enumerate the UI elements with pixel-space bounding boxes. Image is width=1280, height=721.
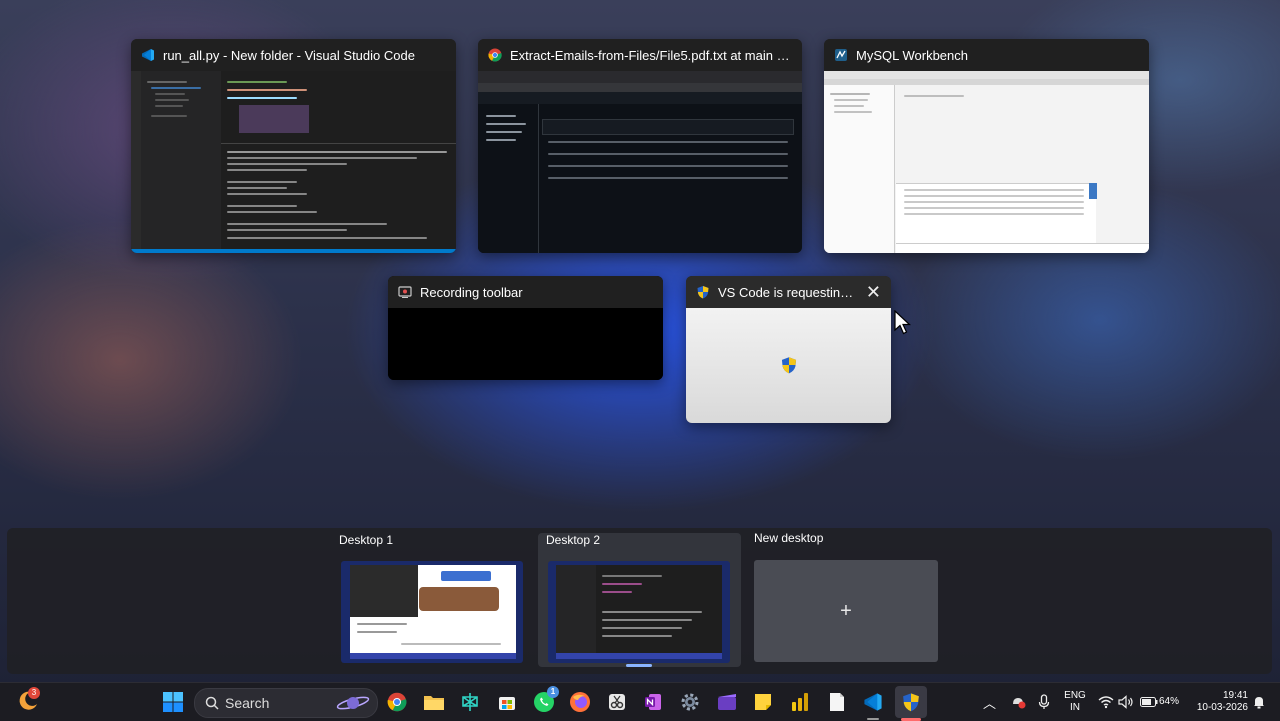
desktop-2[interactable]: Desktop 2: [538, 533, 741, 667]
recording-icon: [398, 286, 412, 298]
vscode-icon: [864, 693, 882, 711]
taskbar-clipchamp[interactable]: [716, 691, 738, 713]
gear-icon: [681, 693, 699, 711]
window-uac-prompt[interactable]: VS Code is requesting... ✕: [686, 276, 891, 423]
uac-shield-icon: [903, 693, 919, 712]
clock-date: 10-03-2026: [1196, 702, 1248, 713]
language-code: ENG: [1064, 690, 1086, 701]
tray-app-icon[interactable]: [1010, 694, 1026, 710]
taskbar-onenote[interactable]: [642, 691, 664, 713]
firefox-icon: [570, 692, 590, 712]
search-placeholder: Search: [225, 695, 270, 711]
search-icon: [205, 696, 219, 710]
mouse-cursor-icon: [894, 310, 912, 335]
new-desktop-label: New desktop: [754, 531, 824, 545]
taskbar-microsoft-store[interactable]: [496, 691, 518, 713]
weather-widget[interactable]: 3: [16, 687, 42, 715]
mysql-workbench-icon: [835, 49, 847, 61]
chrome-icon: [488, 48, 502, 62]
desktop-2-label: Desktop 2: [546, 533, 601, 547]
window-mysql-title: MySQL Workbench: [856, 47, 968, 63]
taskbar-settings[interactable]: [679, 691, 701, 713]
desktop-2-thumbnail[interactable]: [548, 561, 730, 663]
window-vscode-titlebar[interactable]: run_all.py - New folder - Visual Studio …: [131, 39, 456, 71]
close-icon[interactable]: ✕: [866, 283, 881, 301]
window-chrome-title: Extract-Emails-from-Files/File5.pdf.txt …: [510, 47, 792, 63]
taskbar-uac-active[interactable]: [895, 686, 927, 718]
chrome-icon: [387, 692, 407, 712]
taskbar-firefox[interactable]: [569, 691, 591, 713]
taskbar-file-explorer[interactable]: [423, 691, 445, 713]
taskbar-snipping-tool[interactable]: [606, 691, 628, 713]
taskbar-power-bi[interactable]: [789, 691, 811, 713]
new-desktop-button[interactable]: +: [754, 560, 938, 662]
taskbar-whatsapp[interactable]: 1: [533, 686, 559, 713]
notification-bell-icon[interactable]: [1253, 695, 1265, 709]
plus-icon: +: [840, 599, 852, 622]
desktop-1[interactable]: Desktop 1: [339, 533, 529, 667]
window-uac-title: VS Code is requesting...: [718, 284, 858, 300]
window-recording-preview: [388, 308, 663, 380]
folder-icon: [424, 696, 444, 710]
window-uac-titlebar[interactable]: VS Code is requesting... ✕: [686, 276, 891, 308]
window-chrome-titlebar[interactable]: Extract-Emails-from-Files/File5.pdf.txt …: [478, 39, 802, 71]
power-bi-icon: [792, 693, 808, 711]
taskbar-notepad[interactable]: [826, 691, 848, 713]
taskbar-search[interactable]: Search: [194, 688, 378, 718]
snipping-tool-icon: [609, 694, 625, 710]
window-mysql-preview: [824, 71, 1149, 253]
weather-badge: 3: [28, 687, 40, 699]
perplexity-icon: [462, 693, 478, 711]
window-recording-title: Recording toolbar: [420, 284, 523, 300]
vscode-icon: [142, 49, 154, 61]
taskbar-vscode[interactable]: [862, 691, 884, 713]
sticky-notes-icon: [755, 694, 771, 710]
window-vscode-preview: [131, 71, 456, 253]
wifi-icon[interactable]: [1098, 695, 1114, 709]
window-recording-toolbar[interactable]: Recording toolbar: [388, 276, 663, 380]
taskbar-perplexity[interactable]: [459, 691, 481, 713]
uac-shield-center-icon: [781, 357, 797, 374]
clock[interactable]: 19:41 10-03-2026: [1188, 690, 1248, 714]
volume-icon[interactable]: [1118, 695, 1134, 709]
battery-icon[interactable]: [1140, 697, 1158, 707]
tray-overflow-chevron-icon[interactable]: ︿: [983, 693, 996, 712]
window-vscode[interactable]: run_all.py - New folder - Visual Studio …: [131, 39, 456, 253]
window-uac-preview: [686, 308, 891, 423]
window-mysql-titlebar[interactable]: MySQL Workbench: [824, 39, 1149, 71]
window-chrome-preview: [478, 71, 802, 253]
clock-time: 19:41: [1222, 690, 1248, 701]
window-recording-titlebar[interactable]: Recording toolbar: [388, 276, 663, 308]
onenote-icon: [645, 694, 661, 710]
window-chrome[interactable]: Extract-Emails-from-Files/File5.pdf.txt …: [478, 39, 802, 253]
window-mysql-workbench[interactable]: MySQL Workbench: [824, 39, 1149, 253]
desktop-1-thumbnail[interactable]: [341, 561, 523, 663]
clipchamp-icon: [718, 694, 736, 710]
store-icon: [499, 697, 515, 710]
uac-shield-icon: [697, 286, 709, 299]
search-highlight-planet-icon: [336, 696, 370, 710]
whatsapp-badge: 1: [547, 686, 559, 698]
document-icon: [830, 693, 844, 711]
taskbar-chrome[interactable]: [386, 691, 408, 713]
taskbar: 3 Search 1 ︿ ENG IN 64% 19:41 10-03-2026: [0, 682, 1280, 721]
language-region: IN: [1070, 702, 1080, 713]
active-desktop-indicator: [626, 664, 652, 667]
windows-logo-icon: [163, 692, 183, 712]
new-desktop[interactable]: New desktop +: [754, 531, 940, 667]
window-vscode-title: run_all.py - New folder - Visual Studio …: [163, 47, 415, 63]
taskbar-sticky-notes[interactable]: [752, 691, 774, 713]
start-button[interactable]: [162, 691, 184, 713]
microphone-icon[interactable]: [1038, 694, 1050, 710]
language-indicator[interactable]: ENG IN: [1062, 690, 1088, 714]
desktop-1-label: Desktop 1: [339, 533, 394, 547]
battery-percentage: 64%: [1159, 696, 1180, 707]
